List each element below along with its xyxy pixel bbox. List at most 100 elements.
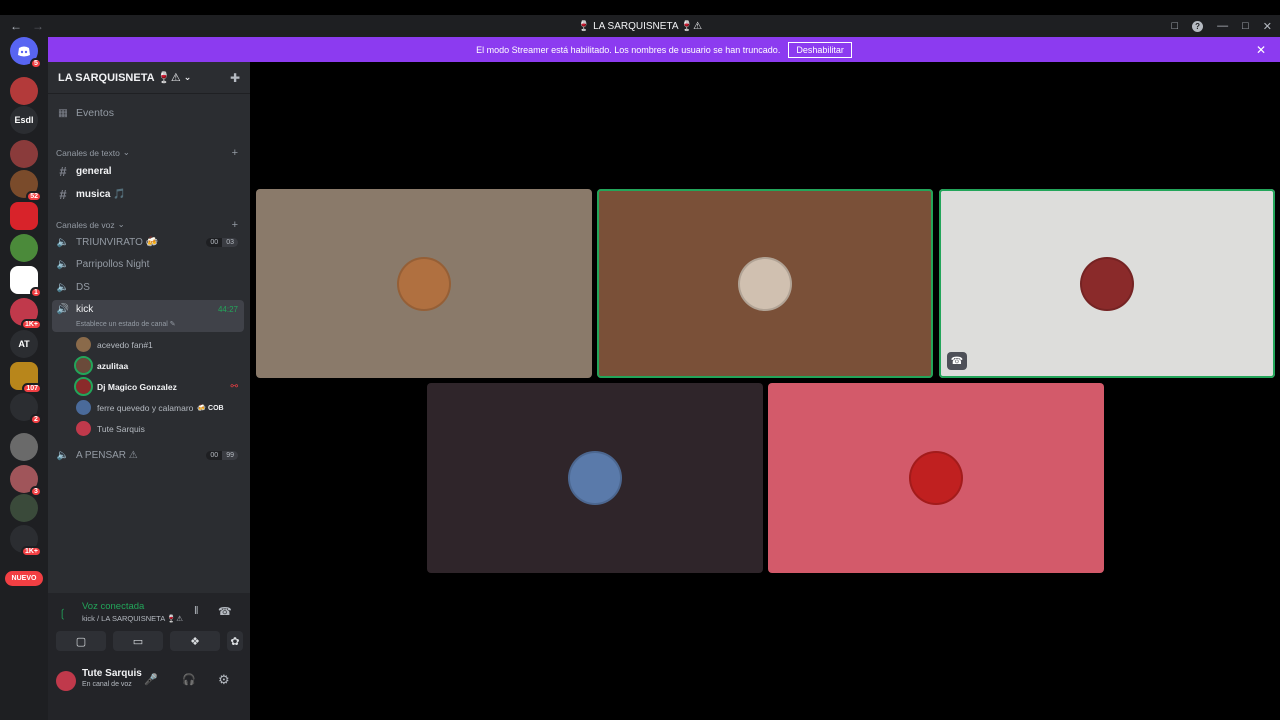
voice-member[interactable]: Tute Sarquis (76, 421, 242, 436)
voice-member[interactable]: Dj Magico Gonzalez ⚯ (74, 377, 242, 396)
video-tile[interactable] (768, 383, 1104, 573)
avatar (909, 451, 963, 505)
video-tile[interactable]: ☎ (939, 189, 1275, 378)
chevron-down-icon: ⌄ (122, 147, 130, 157)
voice-channel-a-pensar[interactable]: 🔈 A PENSAR ⚠ 00 99 (56, 450, 242, 461)
server-icon[interactable]: 1K+ (10, 525, 42, 557)
avatar (76, 337, 91, 352)
server-icon[interactable] (10, 77, 38, 105)
close-banner-icon[interactable]: ✕ (1256, 43, 1266, 57)
speaker-icon: 🔈 (56, 259, 70, 270)
server-icon[interactable]: 3 (10, 465, 42, 497)
microphone-icon[interactable]: 🎤 (144, 673, 158, 686)
streamer-mode-banner: El modo Streamer está habilitado. Los no… (48, 37, 1280, 62)
server-icon[interactable]: AT (10, 330, 38, 358)
gear-icon[interactable]: ⚙ (218, 672, 230, 688)
guild-header[interactable]: LA SARQUISNETA 🍷⚠ ⌄ ✚ (48, 62, 250, 94)
maximize-button[interactable]: □ (1242, 20, 1249, 32)
close-window-button[interactable]: ✕ (1263, 20, 1272, 33)
voice-channel-ds[interactable]: 🔈 DS (56, 282, 242, 293)
speaker-active-icon: 🔊 (56, 304, 70, 315)
avatar[interactable] (56, 671, 76, 691)
server-icon[interactable] (10, 202, 38, 230)
member-name: Dj Magico Gonzalez (97, 381, 177, 392)
add-channel-icon[interactable]: + (232, 147, 238, 159)
screen-share-button[interactable]: ▭ (113, 631, 163, 651)
disable-streamer-button[interactable]: Deshabilitar (788, 41, 852, 58)
voice-member[interactable]: azulitaa (74, 356, 242, 375)
hashtag-icon: # (59, 164, 67, 179)
server-icon[interactable]: 1K+ (10, 298, 42, 330)
voice-member[interactable]: ferre quevedo y calamaro 🍻 COB (76, 400, 242, 415)
voice-member[interactable]: acevedo fan#1 (76, 337, 242, 352)
server-badge: 52 (26, 191, 42, 202)
server-badge: 3 (30, 486, 42, 497)
channel-general[interactable]: # general (56, 164, 242, 179)
voice-location[interactable]: kick / LA SARQUISNETA 🍷⚠ (82, 614, 183, 623)
server-badge: 1K+ (20, 319, 42, 330)
speaker-icon: 🔈 (56, 282, 70, 293)
channel-label: musica 🎵 (76, 189, 126, 200)
soundboard-icon: ✿ (230, 635, 240, 648)
server-badge: 1 (30, 287, 42, 298)
avatar (74, 356, 93, 375)
user-counter: 00 03 (206, 238, 238, 247)
server-icon[interactable]: Esdl (10, 106, 38, 134)
channel-label: A PENSAR ⚠ (76, 450, 138, 461)
deafened-icon: ⚯ (230, 381, 238, 391)
member-name: ferre quevedo y calamaro (97, 402, 194, 413)
channel-sidebar: LA SARQUISNETA 🍷⚠ ⌄ ✚ ▦ Eventos Canales … (48, 62, 250, 593)
server-badge: 5 (30, 58, 42, 69)
hashtag-icon: # (59, 187, 67, 202)
activities-icon: ❖ (190, 635, 200, 648)
inbox-icon[interactable]: □ (1171, 20, 1178, 32)
server-icon[interactable] (10, 494, 38, 522)
category-text-channels[interactable]: Canales de texto ⌄ + (56, 147, 242, 159)
events-label: Eventos (76, 107, 114, 119)
invite-people-icon[interactable]: ✚ (230, 71, 240, 85)
category-label: Canales de voz (56, 219, 115, 230)
new-badge[interactable]: NUEVO (5, 571, 43, 586)
minimize-button[interactable]: ― (1217, 20, 1228, 32)
category-label: Canales de texto (56, 147, 120, 158)
member-tag: 🍻 COB (197, 404, 224, 412)
soundboard-button[interactable]: ✿ (227, 631, 243, 651)
voice-channel-kick[interactable]: 🔊 kick 44:27 Establece un estado de cana… (52, 300, 244, 332)
server-icon[interactable]: 52 (10, 170, 42, 202)
add-channel-icon[interactable]: + (232, 219, 238, 231)
server-icon[interactable]: 2 (10, 393, 42, 425)
top-strip (0, 0, 1280, 15)
counter-current: 00 (206, 238, 223, 247)
disconnect-icon[interactable]: ☎ (218, 605, 232, 618)
screen-share-icon: ▭ (132, 635, 144, 648)
server-icon[interactable] (10, 140, 38, 168)
counter-current: 00 (206, 451, 223, 460)
server-icon[interactable] (10, 433, 38, 461)
headphones-icon[interactable]: 🎧 (182, 673, 196, 686)
voice-status[interactable]: Voz conectada (82, 601, 144, 612)
server-icon[interactable]: 107 (10, 362, 42, 394)
server-icon[interactable] (10, 234, 38, 262)
help-icon[interactable]: ? (1192, 20, 1204, 32)
noise-suppression-icon[interactable]: ‖ (194, 605, 199, 617)
video-tile[interactable] (256, 189, 592, 378)
channel-status-prompt[interactable]: Establece un estado de canal ✎ (76, 320, 176, 328)
window-controls: □ ? ― □ ✕ (1171, 20, 1272, 33)
calendar-icon: ▦ (58, 107, 68, 119)
server-label: AT (18, 339, 30, 349)
activities-button[interactable]: ❖ (170, 631, 220, 651)
category-voice-channels[interactable]: Canales de voz ⌄ + (56, 219, 242, 231)
voice-channel-parripollos[interactable]: 🔈 Parripollos Night (56, 259, 242, 270)
channel-label: kick (76, 304, 94, 315)
channel-musica[interactable]: # musica 🎵 (56, 187, 242, 202)
avatar (74, 377, 93, 396)
member-name: acevedo fan#1 (97, 339, 153, 350)
video-tile[interactable] (597, 189, 933, 378)
camera-button[interactable]: ▢ (56, 631, 106, 651)
discord-home-icon[interactable]: 5 (10, 37, 42, 69)
server-icon[interactable]: 1 (10, 266, 42, 298)
video-tile[interactable] (427, 383, 763, 573)
events-item[interactable]: ▦ Eventos (56, 107, 242, 119)
voice-channel-triunvirato[interactable]: 🔈 TRIUNVIRATO 🍻 00 03 (56, 237, 242, 248)
speaker-icon: 🔈 (56, 237, 70, 248)
